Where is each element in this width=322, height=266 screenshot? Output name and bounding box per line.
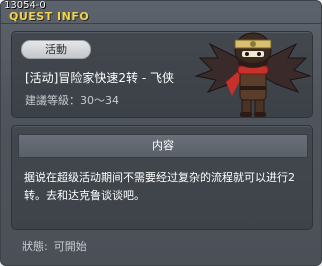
category-badge: 活動 — [21, 40, 91, 59]
recommended-level: 建議等級：30～34 — [25, 94, 119, 107]
quest-name: [活动]冒险家快速2转 - 飞侠 — [25, 71, 174, 85]
title-divider — [1, 23, 321, 24]
status-label: 狀態: — [22, 240, 48, 253]
content-panel: 内容 据说在超级活动期间不需要经过复杂的流程就可以进行2转。去和达克鲁谈谈吧。 — [11, 125, 313, 230]
content-text: 据说在超级活动期间不需要经过复杂的流程就可以进行2转。去和达克鲁谈谈吧。 — [24, 171, 295, 202]
content-header: 内容 — [18, 134, 308, 158]
quest-info-window: 13054-0 QUEST INFO 活動 [活动]冒险家快速2转 - 飞侠 建… — [0, 0, 322, 266]
status-value: 可開始 — [53, 240, 87, 253]
status-row: 狀態: 可開始 — [22, 238, 93, 254]
window-title: QUEST INFO — [9, 10, 90, 23]
quest-summary-panel: 活動 [活动]冒险家快速2转 - 飞侠 建議等級：30～34 — [11, 31, 313, 118]
ninja-npc-portrait-icon — [194, 32, 312, 117]
